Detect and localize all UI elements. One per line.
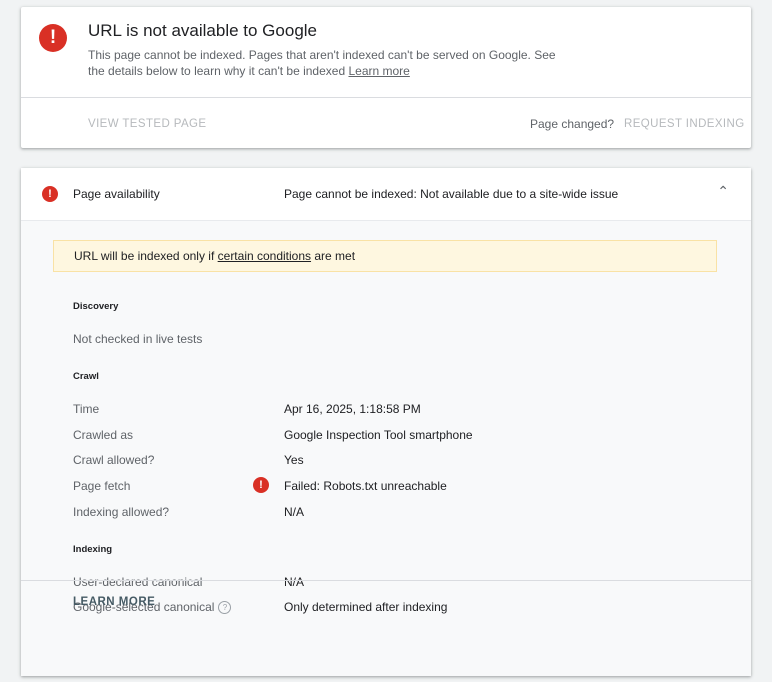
discovery-text: Not checked in live tests — [73, 332, 203, 346]
crawl-row-label: Time — [73, 402, 100, 416]
section-heading-indexing: Indexing — [73, 544, 113, 555]
crawl-row-label: Crawled as — [73, 428, 134, 442]
page-availability-label: Page availability — [73, 187, 160, 201]
divider — [21, 97, 751, 98]
crawl-row-label: Crawl allowed? — [73, 453, 155, 467]
chevron-up-icon[interactable]: ⌃ — [717, 183, 729, 200]
request-indexing-button[interactable]: REQUEST INDEXING — [624, 118, 745, 130]
crawl-row-value: Yes — [284, 453, 304, 467]
page-title: URL is not available to Google — [88, 21, 318, 40]
learn-more-link[interactable]: Learn more — [348, 64, 409, 78]
crawl-row-value: Failed: Robots.txt unreachable — [284, 479, 447, 493]
help-icon[interactable]: ? — [218, 601, 232, 615]
error-icon: ! — [253, 477, 269, 493]
page-availability-header[interactable]: ! Page availability Page cannot be index… — [21, 168, 751, 221]
section-heading-crawl: Crawl — [73, 371, 99, 382]
crawl-row-label: Page fetch — [73, 479, 131, 493]
indexing-row-value: N/A — [284, 575, 305, 589]
page-availability-card: ! Page availability Page cannot be index… — [21, 168, 751, 676]
certain-conditions-link[interactable]: certain conditions — [218, 249, 311, 263]
view-tested-page-button[interactable]: VIEW TESTED PAGE — [88, 118, 206, 130]
crawl-row-value: Google Inspection Tool smartphone — [284, 428, 473, 442]
page-availability-status: Page cannot be indexed: Not available du… — [284, 187, 619, 201]
error-icon: ! — [42, 186, 58, 202]
learn-more-button[interactable]: LEARN MORE — [73, 596, 155, 608]
indexing-conditions-notice: URL will be indexed only if certain cond… — [53, 240, 717, 272]
crawl-row-value: Apr 16, 2025, 1:18:58 PM — [284, 402, 421, 416]
divider — [21, 580, 751, 581]
indexing-row-label: User-declared canonical — [73, 575, 203, 589]
error-icon: ! — [39, 24, 67, 52]
summary-description-text: This page cannot be indexed. Pages that … — [88, 48, 556, 78]
summary-description: This page cannot be indexed. Pages that … — [88, 47, 558, 79]
notice-suffix: are met — [314, 249, 356, 263]
crawl-row-label: Indexing allowed? — [73, 505, 170, 519]
inspection-summary-card: ! URL is not available to Google This pa… — [21, 7, 751, 148]
section-heading-discovery: Discovery — [73, 301, 119, 312]
indexing-row-value: Only determined after indexing — [284, 600, 448, 614]
notice-prefix: URL will be indexed only if — [74, 249, 215, 263]
page-changed-label: Page changed? — [530, 117, 615, 131]
crawl-row-value: N/A — [284, 505, 305, 519]
